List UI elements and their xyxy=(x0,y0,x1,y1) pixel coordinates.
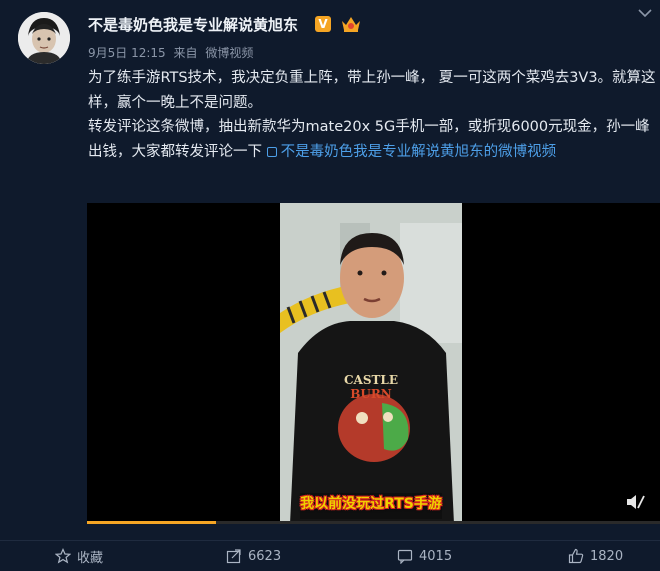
video-still xyxy=(280,203,462,524)
verified-v-icon: V xyxy=(315,16,331,32)
post-text-paragraph-1: 为了练手游RTS技术，我决定负重上阵，带上孙一峰， 夏一可这两个菜鸡去3V3。就… xyxy=(88,70,656,111)
like-count: 1820 xyxy=(590,548,624,564)
mute-icon[interactable] xyxy=(625,493,645,511)
comment-button[interactable]: 4015 xyxy=(397,541,452,571)
video-play-icon xyxy=(266,146,277,157)
comment-icon xyxy=(397,549,413,564)
post-text: 为了练手游RTS技术，我决定负重上阵，带上孙一峰， 夏一可这两个菜鸡去3V3。就… xyxy=(88,66,660,164)
avatar-image xyxy=(18,12,70,64)
post-text-paragraph-2: 转发评论这条微博，抽出新款华为mate20x 5G手机一部，或折现6000元现金… xyxy=(88,115,660,164)
repost-button[interactable]: 6623 xyxy=(226,541,281,571)
like-icon xyxy=(568,548,584,564)
video-subtitle: 我以前没玩过RTS手游 xyxy=(300,496,442,512)
repost-icon xyxy=(226,549,241,564)
action-bar: 收藏 6623 4015 1820 xyxy=(0,541,660,571)
favorite-button[interactable]: 收藏 xyxy=(55,541,103,571)
shirt-print-text: CASTLE BURN xyxy=(280,373,462,401)
video-player[interactable]: CASTLE BURN 我以前没玩过RTS手游 xyxy=(87,203,660,524)
shirt-text-top: CASTLE xyxy=(343,373,399,387)
avatar[interactable] xyxy=(18,12,70,64)
like-button[interactable]: 1820 xyxy=(568,541,623,571)
favorite-label: 收藏 xyxy=(77,550,104,566)
chevron-down-icon[interactable] xyxy=(638,8,652,18)
repost-count: 6623 xyxy=(248,548,282,564)
video-progress-bar[interactable] xyxy=(87,521,660,524)
star-icon xyxy=(55,548,71,564)
source-prefix: 来自 xyxy=(173,46,198,60)
username[interactable]: 不是毒奶色我是专业解说黄旭东 xyxy=(88,14,298,35)
shirt-text-bottom: BURN xyxy=(350,387,392,401)
crown-badge-icon[interactable] xyxy=(340,14,362,34)
post-time[interactable]: 9月5日 12:15 xyxy=(88,46,166,60)
comment-count: 4015 xyxy=(419,548,453,564)
video-link-label: 不是毒奶色我是专业解说黄旭东的微博视频 xyxy=(280,143,557,160)
post-source[interactable]: 微博视频 xyxy=(205,46,253,60)
weibo-post: 不是毒奶色我是专业解说黄旭东 V 9月5日 12:15 来自 微博视频 为了练手… xyxy=(0,0,660,571)
video-link[interactable]: 不是毒奶色我是专业解说黄旭东的微博视频 xyxy=(266,143,557,160)
video-frame: CASTLE BURN 我以前没玩过RTS手游 xyxy=(280,203,462,524)
post-meta: 9月5日 12:15 来自 微博视频 xyxy=(88,44,257,61)
video-progress-fill xyxy=(87,521,216,524)
